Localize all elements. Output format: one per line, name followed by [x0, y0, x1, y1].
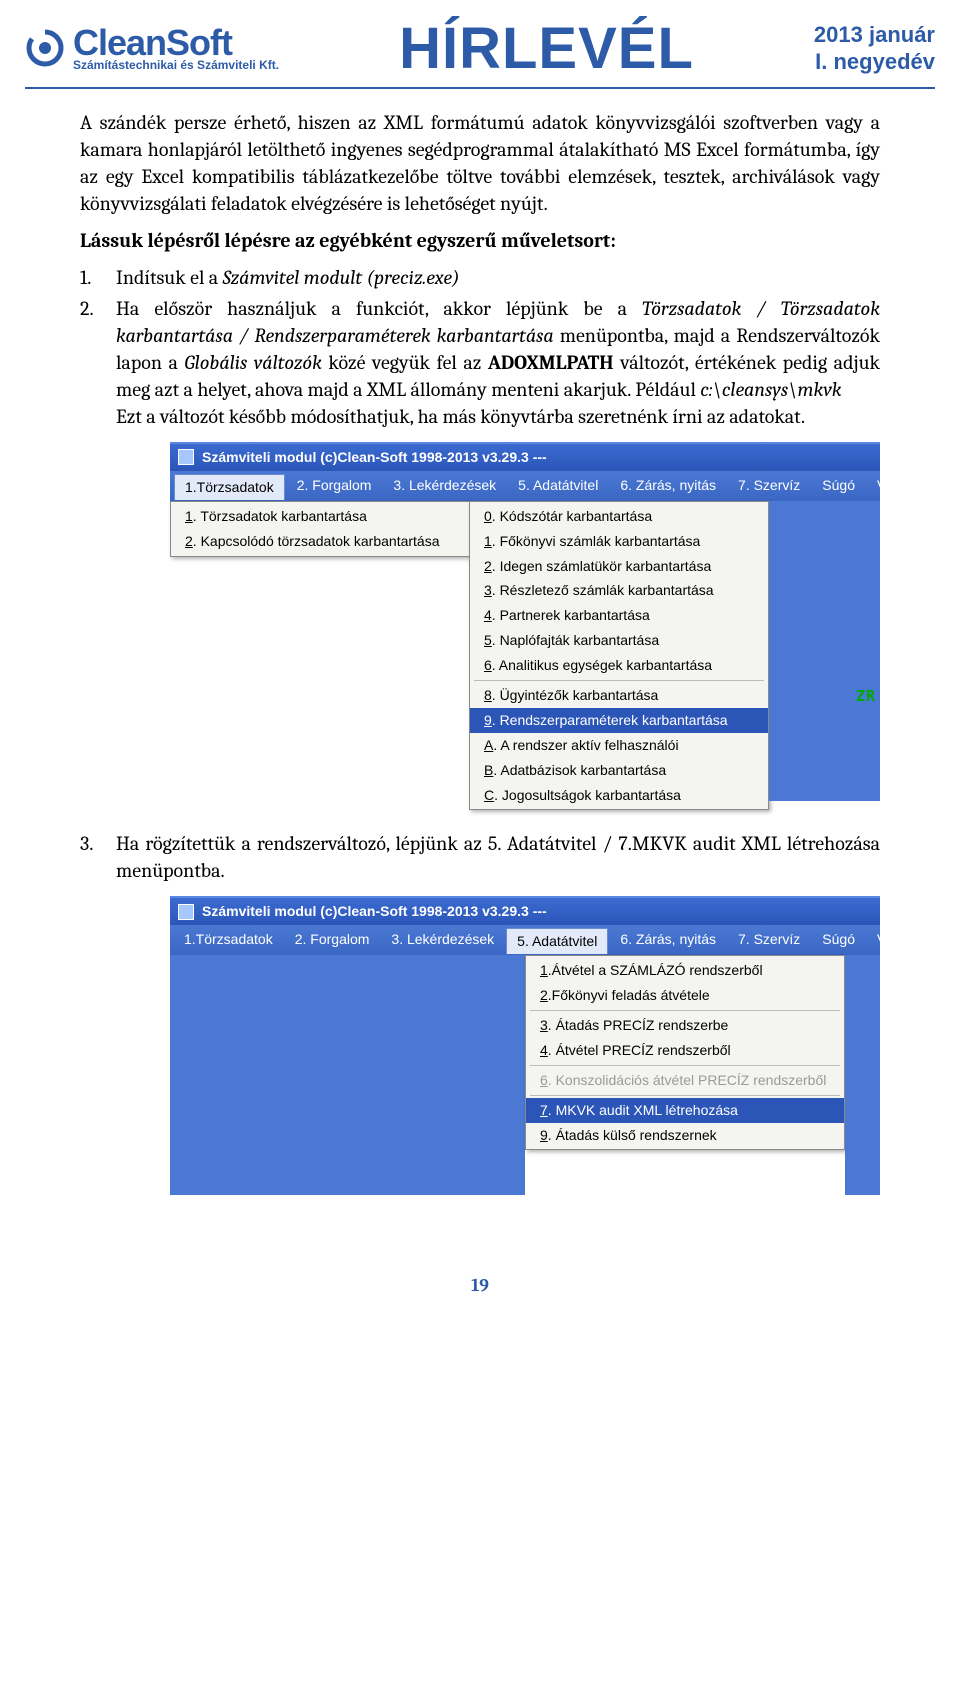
dropdown-adatatvitel[interactable]: 1.Átvétel a SZÁMLÁZÓ rendszerből2.Főköny…: [525, 955, 845, 1150]
menu-separator: [530, 1010, 840, 1011]
menu-item[interactable]: 1.Átvétel a SZÁMLÁZÓ rendszerből: [526, 958, 844, 983]
dropdown-torzsadatok[interactable]: 1. Törzsadatok karbantartása2. Kapcsolód…: [170, 501, 470, 557]
menu-item[interactable]: Súgó: [812, 473, 865, 499]
menu-item[interactable]: 2. Forgalom: [285, 927, 380, 953]
date-line-1: 2013 január: [814, 22, 935, 48]
step-1-num: 1.: [80, 264, 104, 291]
menu-item[interactable]: 8. Ügyintézők karbantartása: [470, 683, 768, 708]
step-2-h: c:\cleansys\mkvk: [700, 378, 841, 401]
menu-item[interactable]: Vége: [867, 473, 920, 499]
menu-item[interactable]: 5. Naplófajták karbantartása: [470, 628, 768, 653]
menu-item[interactable]: 2. Idegen számlatükör karbantartása: [470, 554, 768, 579]
logo-icon: [25, 28, 65, 68]
app-icon: [178, 904, 194, 920]
menu-item[interactable]: 4. Átvétel PRECÍZ rendszerből: [526, 1038, 844, 1063]
menu-item[interactable]: 6. Analitikus egységek karbantartása: [470, 653, 768, 678]
steps-list: 1. Indítsuk el a Számvitel modult (preci…: [80, 264, 880, 430]
header-rule: [25, 87, 935, 89]
menu-item[interactable]: A. A rendszer aktív felhasználói: [470, 733, 768, 758]
step-2-d: Globális változók: [184, 351, 321, 374]
step-3: 3. Ha rögzítettük a rendszerváltozó, lép…: [80, 830, 880, 884]
menu-item[interactable]: C. Jogosultságok karbantartása: [470, 783, 768, 808]
menu-item[interactable]: B. Adatbázisok karbantartása: [470, 758, 768, 783]
menu-item[interactable]: 3. Lekérdezések: [381, 927, 504, 953]
menu-item[interactable]: 2. Kapcsolódó törzsadatok karbantartása: [171, 529, 469, 554]
menu-item[interactable]: 7. Szervíz: [728, 473, 810, 499]
menu-item[interactable]: 3. Átadás PRECÍZ rendszerbe: [526, 1013, 844, 1038]
menu-item[interactable]: 3. Részletező számlák karbantartása: [470, 578, 768, 603]
step-2-i: Ezt a változót később módosíthatjuk, ha …: [116, 405, 805, 428]
step-2-f: ADOXMLPATH: [488, 351, 614, 374]
menu-item[interactable]: 1. Törzsadatok karbantartása: [171, 504, 469, 529]
menu-separator: [530, 1095, 840, 1096]
banner-title: HÍRLEVÉL: [279, 15, 814, 82]
step-2: 2. Ha először használjuk a funkciót, akk…: [80, 295, 880, 430]
titlebar-1: Számviteli modul (c)Clean-Soft 1998-2013…: [170, 442, 880, 471]
window-title-2: Számviteli modul (c)Clean-Soft 1998-2013…: [202, 902, 547, 921]
app-icon: [178, 449, 194, 465]
step-3-list: 3. Ha rögzítettük a rendszerváltozó, lép…: [80, 830, 880, 884]
menu-item[interactable]: 3. Lekérdezések: [383, 473, 506, 499]
step-2-num: 2.: [80, 295, 104, 430]
brand-name: CleanSoft: [73, 26, 279, 60]
menu-item[interactable]: 1.Törzsadatok: [174, 474, 285, 500]
step-2-e: közé vegyük fel az: [322, 351, 488, 374]
menubar-1[interactable]: 1.Törzsadatok2. Forgalom3. Lekérdezések5…: [170, 471, 880, 501]
menu-item[interactable]: Vége: [867, 927, 920, 953]
menu-item: 6. Konszolidációs átvétel PRECÍZ rendsze…: [526, 1068, 844, 1093]
menu-item[interactable]: 1. Főkönyvi számlák karbantartása: [470, 529, 768, 554]
menu-item[interactable]: 2.Főkönyvi feladás átvétele: [526, 983, 844, 1008]
step-2-a: Ha először használjuk a funkciót, akkor …: [116, 297, 642, 320]
page-header: CleanSoft Számítástechnikai és Számvitel…: [0, 0, 960, 87]
menu-item[interactable]: 0. Kódszótár karbantartása: [470, 504, 768, 529]
menu-item[interactable]: 6. Zárás, nyitás: [610, 473, 726, 499]
menu-item[interactable]: 5. Adatátvitel: [508, 473, 608, 499]
step-3-text: Ha rögzítettük a rendszerváltozó, lépjün…: [116, 830, 880, 884]
menu-item[interactable]: 9. Rendszerparaméterek karbantartása: [470, 708, 768, 733]
step-1: 1. Indítsuk el a Számvitel modult (preci…: [80, 264, 880, 291]
menu-item[interactable]: 6. Zárás, nyitás: [610, 927, 726, 953]
screenshot-1: Számviteli modul (c)Clean-Soft 1998-2013…: [170, 442, 880, 810]
page-number: 19: [0, 1255, 960, 1326]
step-1-text: Indítsuk el a: [116, 266, 223, 289]
intro-paragraph: A szándék persze érhető, hiszen az XML f…: [80, 109, 880, 217]
menu-item[interactable]: 1.Törzsadatok: [174, 927, 283, 953]
zr-label: ZR: [856, 686, 876, 706]
logo: CleanSoft Számítástechnikai és Számvitel…: [25, 26, 279, 72]
menu-item[interactable]: 5. Adatátvitel: [506, 928, 608, 954]
app-body-left: [170, 955, 525, 1195]
menu-item[interactable]: Súgó: [812, 927, 865, 953]
menu-item[interactable]: 4. Partnerek karbantartása: [470, 603, 768, 628]
screenshot-2: Számviteli modul (c)Clean-Soft 1998-2013…: [170, 896, 880, 1195]
menu-item[interactable]: 7. Szervíz: [728, 927, 810, 953]
app-body: ZR: [769, 501, 880, 801]
menu-separator: [474, 680, 764, 681]
menu-separator: [530, 1065, 840, 1066]
step-1-path: Számvitel modult (preciz.exe): [223, 266, 460, 289]
date-line-2: I. negyedév: [814, 49, 935, 75]
titlebar-2: Számviteli modul (c)Clean-Soft 1998-2013…: [170, 896, 880, 925]
dropdown-torzsadatok-sub[interactable]: 0. Kódszótár karbantartása1. Főkönyvi sz…: [469, 501, 769, 811]
app-body-right: [845, 955, 880, 1195]
steps-heading: Lássuk lépésről lépésre az egyébként egy…: [80, 227, 880, 254]
content: A szándék persze érhető, hiszen az XML f…: [0, 109, 960, 1255]
brand-subtitle: Számítástechnikai és Számviteli Kft.: [73, 60, 279, 71]
menubar-2[interactable]: 1.Törzsadatok2. Forgalom3. Lekérdezések5…: [170, 925, 880, 955]
menu-item[interactable]: 2. Forgalom: [287, 473, 382, 499]
menu-item[interactable]: 7. MKVK audit XML létrehozása: [526, 1098, 844, 1123]
menu-item[interactable]: 9. Átadás külső rendszernek: [526, 1123, 844, 1148]
step-3-num: 3.: [80, 830, 104, 884]
window-title: Számviteli modul (c)Clean-Soft 1998-2013…: [202, 448, 547, 467]
issue-date: 2013 január I. negyedév: [814, 22, 935, 75]
